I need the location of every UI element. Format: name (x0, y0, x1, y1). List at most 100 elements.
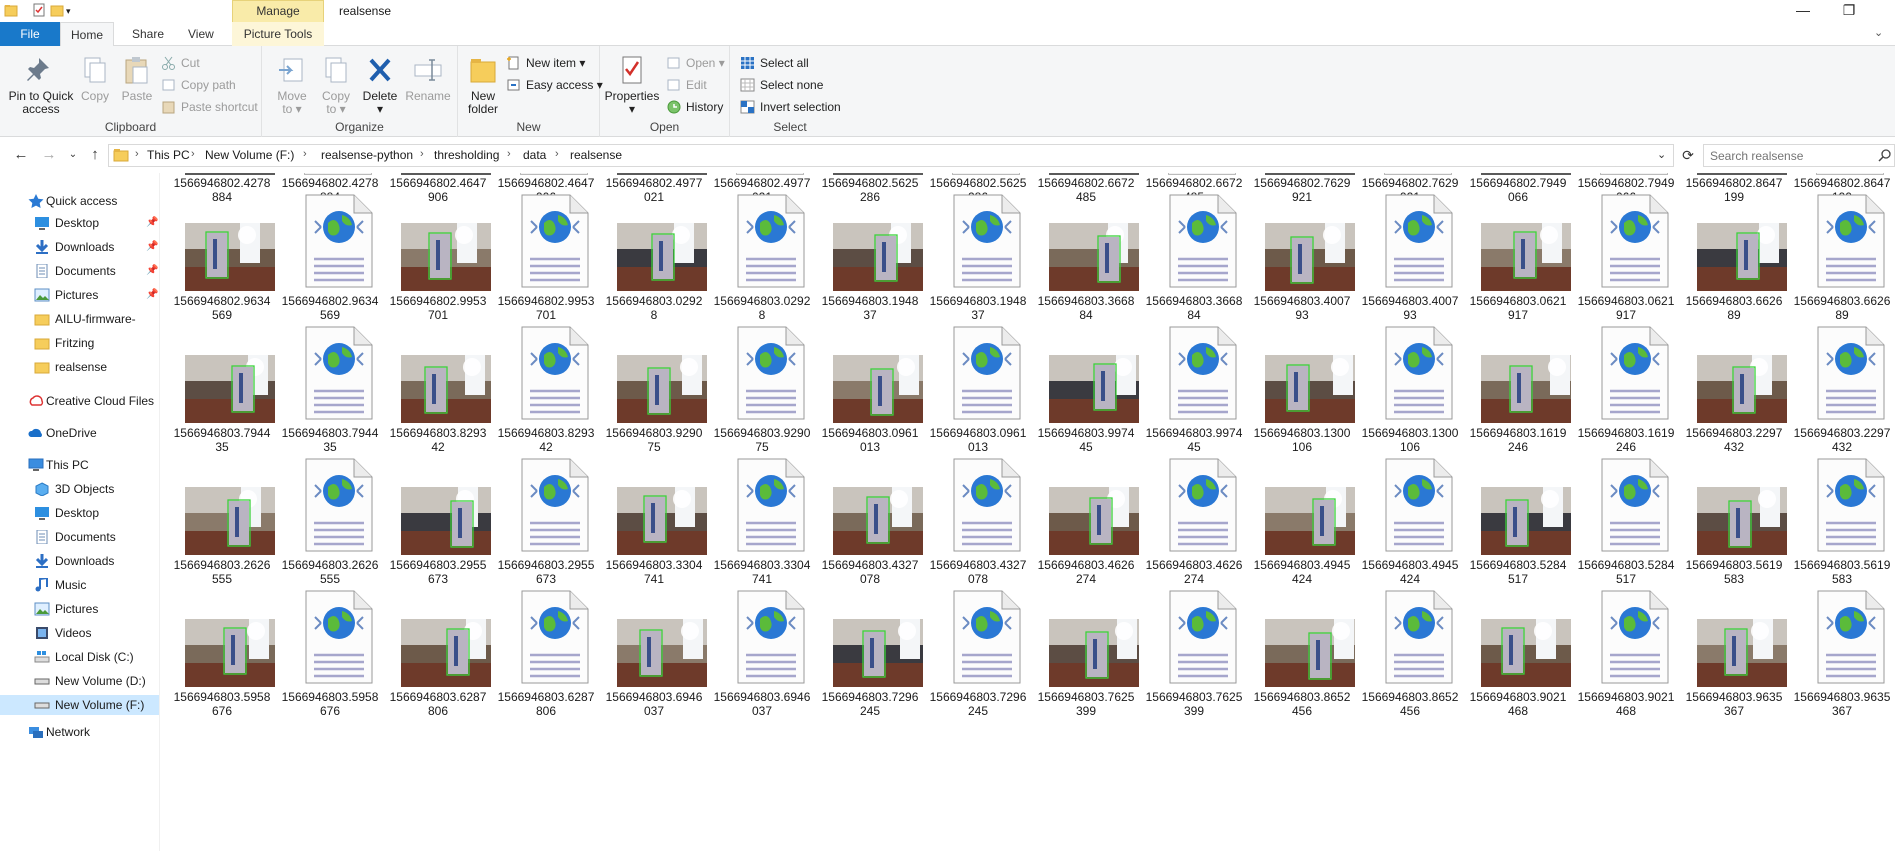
file-tile-image[interactable]: 1566946803.7625 399 (1032, 579, 1140, 718)
nav-new-volume-d[interactable]: New Volume (D:) (0, 671, 159, 691)
paste-shortcut-button[interactable]: Paste shortcut (161, 98, 258, 116)
pin-icon[interactable]: 📌 (146, 213, 158, 233)
file-tile-html[interactable]: 1566946803.8652 456 (1356, 579, 1464, 718)
nav-downloads-quick[interactable]: Downloads 📌 (0, 237, 159, 257)
file-tile-image[interactable]: 1566946803.1619 246 (1464, 315, 1572, 454)
file-tile-html[interactable]: 1566946803.7625 399 (1140, 579, 1248, 718)
chevron-down-icon[interactable]: ⌄ (1874, 26, 1883, 39)
pin-icon[interactable]: 📌 (146, 237, 158, 257)
file-tile-image[interactable]: 1566946803.9021 468 (1464, 579, 1572, 718)
breadcrumb-realsense[interactable]: realsense (570, 148, 622, 162)
file-tile-image[interactable]: 1566946802.9634 569 (168, 183, 276, 322)
file-tile-image[interactable]: 1566946803.4945 424 (1248, 447, 1356, 586)
nav-ailu-firmware[interactable]: AILU-firmware- (0, 309, 159, 329)
paste-button[interactable]: Paste (120, 54, 154, 103)
nav-new-volume-f[interactable]: New Volume (F:) (0, 695, 159, 715)
file-tile-html[interactable] (1572, 843, 1680, 851)
file-tile-image[interactable] (1248, 843, 1356, 851)
file-tile-html[interactable] (1788, 843, 1895, 851)
nav-3d-objects[interactable]: 3D Objects (0, 479, 159, 499)
easy-access-button[interactable]: Easy access ▾ (506, 76, 603, 94)
file-tile-image[interactable]: 1566946803.4626 274 (1032, 447, 1140, 586)
file-tile-html[interactable] (924, 843, 1032, 851)
properties-button[interactable]: Properties ▾ (604, 54, 660, 116)
rename-button[interactable]: Rename (404, 54, 452, 103)
chevron-right-icon[interactable]: › (555, 148, 559, 160)
edit-button[interactable]: Edit (666, 76, 707, 94)
file-tile-image[interactable]: 1566946803.6287 806 (384, 579, 492, 718)
tab-home[interactable]: Home (60, 22, 114, 47)
file-tile-image[interactable]: 1566946803.9290 75 (600, 315, 708, 454)
file-tile-html[interactable] (1140, 843, 1248, 851)
copy-path-button[interactable]: Copy path (161, 76, 236, 94)
pin-icon[interactable]: 📌 (146, 285, 158, 305)
breadcrumb-data[interactable]: data (523, 148, 546, 162)
file-tile-image[interactable]: 1566946803.0961 013 (816, 315, 924, 454)
select-none-button[interactable]: Select none (740, 76, 823, 94)
file-tile-html[interactable]: 1566946803.2955 673 (492, 447, 600, 586)
file-tile-html[interactable]: 1566946802.9634 569 (276, 183, 384, 322)
chevron-right-icon[interactable]: › (191, 148, 195, 160)
search-input[interactable] (1710, 148, 1870, 164)
file-tile-image[interactable]: 1566946803.5958 676 (168, 579, 276, 718)
file-tile-image[interactable] (1680, 843, 1788, 851)
refresh-icon[interactable]: ⟳ (1679, 146, 1697, 164)
file-tile-image[interactable] (816, 843, 924, 851)
chevron-right-icon[interactable]: › (507, 148, 511, 160)
file-tile-html[interactable]: 1566946803.0961 013 (924, 315, 1032, 454)
file-tile-image[interactable]: 1566946803.3304 741 (600, 447, 708, 586)
file-tile-image[interactable]: 1566946802.9953 701 (384, 183, 492, 322)
breadcrumb-this-pc[interactable]: This PC (147, 148, 190, 162)
nav-downloads[interactable]: Downloads (0, 551, 159, 571)
properties-quick-icon[interactable] (32, 3, 46, 17)
file-tile-html[interactable]: 1566946803.5958 676 (276, 579, 384, 718)
file-tile-html[interactable]: 1566946803.4626 274 (1140, 447, 1248, 586)
file-tile-html[interactable] (492, 843, 600, 851)
history-button[interactable]: History (666, 98, 723, 116)
tab-picture-tools[interactable]: Picture Tools (232, 22, 324, 46)
file-tile-html[interactable]: 1566946803.7944 35 (276, 315, 384, 454)
customize-quick-access-icon[interactable]: ▾ (66, 6, 80, 20)
file-tile-image[interactable] (1032, 843, 1140, 851)
file-tile-image[interactable]: 1566946803.2626 555 (168, 447, 276, 586)
tab-view[interactable]: View (176, 22, 226, 46)
breadcrumb[interactable]: › This PC › New Volume (F:) › realsense-… (108, 144, 1674, 167)
nav-creative-cloud-files[interactable]: Creative Cloud Files (0, 391, 159, 411)
file-tile-html[interactable]: 1566946803.8293 42 (492, 315, 600, 454)
file-tile-image[interactable]: 1566946803.6626 89 (1680, 183, 1788, 322)
file-list-view[interactable]: 1566946802.42788841566946802.42788841566… (161, 173, 1895, 851)
file-tile-image[interactable] (168, 843, 276, 851)
file-tile-html[interactable]: 1566946803.6946 037 (708, 579, 816, 718)
minimize-button[interactable]: — (1780, 0, 1826, 22)
nav-fritzing[interactable]: Fritzing (0, 333, 159, 353)
file-tile-image[interactable]: 1566946803.2297 432 (1680, 315, 1788, 454)
up-arrow-icon[interactable]: ↑ (86, 146, 104, 164)
tab-share[interactable]: Share (120, 22, 176, 46)
nav-local-disk-c[interactable]: Local Disk (C:) (0, 647, 159, 667)
copy-button[interactable]: Copy (78, 54, 112, 103)
new-item-button[interactable]: New item ▾ (506, 54, 585, 72)
file-tile-image[interactable]: 1566946803.9635 367 (1680, 579, 1788, 718)
file-tile-html[interactable]: 1566946803.6626 89 (1788, 183, 1895, 322)
file-tile-html[interactable]: 1566946803.0292 8 (708, 183, 816, 322)
delete-button[interactable]: Delete ▾ (360, 54, 400, 116)
manage-context-tab[interactable]: Manage (232, 0, 324, 22)
chevron-right-icon[interactable]: › (303, 148, 307, 160)
cut-button[interactable]: Cut (161, 54, 200, 72)
breadcrumb-thresholding[interactable]: thresholding (434, 148, 499, 162)
copy-to-button[interactable]: Copy to ▾ (316, 54, 356, 116)
invert-selection-button[interactable]: Invert selection (740, 98, 841, 116)
file-tile-image[interactable]: 1566946803.0292 8 (600, 183, 708, 322)
nav-realsense[interactable]: realsense (0, 357, 159, 377)
nav-pictures-quick[interactable]: Pictures 📌 (0, 285, 159, 305)
file-tile-html[interactable]: 1566946803.6287 806 (492, 579, 600, 718)
file-tile-image[interactable]: 1566946803.4327 078 (816, 447, 924, 586)
file-tile-html[interactable]: 1566946803.5619 583 (1788, 447, 1895, 586)
nav-music[interactable]: Music (0, 575, 159, 595)
file-tile-html[interactable]: 1566946803.1619 246 (1572, 315, 1680, 454)
nav-quick-access[interactable]: Quick access (0, 191, 159, 211)
nav-desktop[interactable]: Desktop (0, 503, 159, 523)
chevron-right-icon[interactable]: › (420, 148, 424, 160)
file-tile-image[interactable]: 1566946803.4007 93 (1248, 183, 1356, 322)
nav-onedrive[interactable]: OneDrive (0, 423, 159, 443)
